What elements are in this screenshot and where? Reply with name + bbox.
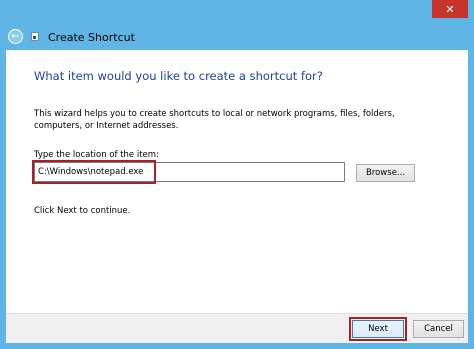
wizard-description: This wizard helps you to create shortcut… [34, 109, 395, 131]
location-label: Type the location of the item: [34, 150, 159, 160]
next-highlight-box [349, 317, 407, 341]
back-button[interactable]: ← [8, 29, 23, 44]
continue-hint: Click Next to continue. [34, 206, 131, 216]
cancel-button[interactable]: Cancel [413, 320, 464, 338]
shortcut-wizard-icon [31, 32, 39, 41]
browse-button[interactable]: Browse... [356, 164, 415, 182]
close-icon: ✕ [445, 2, 455, 16]
title-bar: ✕ ← Create Shortcut [0, 0, 474, 50]
page-heading: What item would you like to create a sho… [34, 69, 323, 83]
wizard-content: What item would you like to create a sho… [6, 50, 468, 313]
back-arrow-icon: ← [11, 30, 20, 42]
close-button[interactable]: ✕ [432, 0, 468, 18]
input-highlight-box [32, 160, 156, 184]
button-bar: Next Cancel [6, 313, 468, 343]
window-title: Create Shortcut [48, 31, 135, 44]
window-bottom-edge [0, 343, 474, 349]
